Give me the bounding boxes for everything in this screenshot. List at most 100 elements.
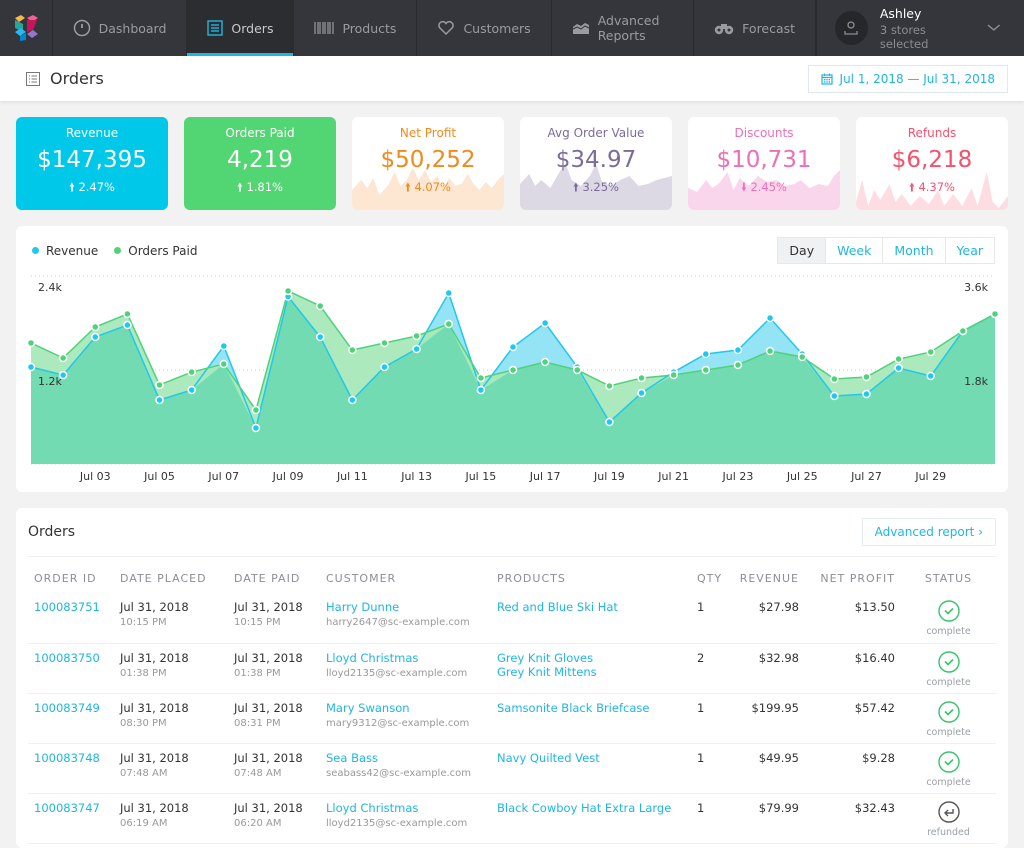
product-link[interactable]: Red and Blue Ski Hat bbox=[497, 600, 685, 614]
revenue-point bbox=[862, 389, 871, 399]
kpi-change-value: 3.25% bbox=[582, 180, 619, 194]
order-id-link[interactable]: 100083747 bbox=[34, 801, 100, 815]
revenue-point bbox=[830, 391, 839, 401]
revenue-point bbox=[733, 345, 743, 355]
nav-orders[interactable]: Orders bbox=[187, 0, 295, 56]
range-year-button[interactable]: Year bbox=[944, 238, 994, 263]
status-label: complete bbox=[926, 676, 971, 688]
customer-link[interactable]: Harry Dunne bbox=[326, 600, 485, 614]
x-axis-tick-label: Jul 29 bbox=[914, 470, 946, 483]
kpi-change-value: 2.47% bbox=[78, 180, 115, 194]
order-id-link[interactable]: 100083748 bbox=[34, 751, 100, 765]
order-id-link[interactable]: 100083750 bbox=[34, 651, 100, 665]
orders-paid-point bbox=[958, 326, 968, 336]
nav-dashboard-label: Dashboard bbox=[98, 20, 167, 36]
net-profit: $32.43 bbox=[805, 793, 901, 844]
orders-paid-point bbox=[187, 367, 196, 377]
status-badge[interactable] bbox=[907, 800, 990, 826]
col-net-profit[interactable]: NET PROFIT bbox=[805, 557, 901, 593]
col-date-paid[interactable]: DATE PAID bbox=[228, 557, 320, 593]
col-products[interactable]: PRODUCTS bbox=[491, 557, 691, 593]
table-row[interactable]: 100083749 Jul 31, 2018 08:30 PM Jul 31, 2… bbox=[28, 693, 996, 744]
orders-paid-point bbox=[669, 370, 678, 380]
nav-products[interactable]: Products bbox=[294, 0, 418, 56]
orders-paid-point bbox=[155, 380, 164, 390]
page-title: Orders bbox=[50, 69, 104, 88]
revenue-point bbox=[508, 342, 518, 352]
orders-paid-point bbox=[283, 286, 293, 296]
user-menu[interactable]: Ashley 3 stores selected bbox=[816, 0, 1024, 56]
customer-link[interactable]: Lloyd Christmas bbox=[326, 801, 485, 815]
col-date-placed[interactable]: DATE PLACED bbox=[114, 557, 228, 593]
user-stores: 3 stores selected bbox=[879, 22, 929, 51]
col-status[interactable]: STATUS bbox=[901, 557, 996, 593]
range-day-button[interactable]: Day bbox=[778, 238, 826, 263]
area-chart-icon bbox=[572, 23, 589, 34]
status-badge[interactable] bbox=[907, 600, 990, 625]
table-row[interactable]: 100083751 Jul 31, 2018 10:15 PM Jul 31, 2… bbox=[28, 593, 996, 644]
app-logo[interactable] bbox=[0, 0, 53, 56]
kpi-value: $6,218 bbox=[891, 147, 973, 173]
col-order-id[interactable]: ORDER ID bbox=[28, 557, 114, 593]
product-link[interactable]: Navy Quilted Vest bbox=[497, 751, 685, 765]
net-profit: $9.28 bbox=[805, 743, 901, 794]
revenue: $49.95 bbox=[731, 743, 805, 794]
customer-link[interactable]: Mary Swanson bbox=[326, 701, 485, 715]
date-placed: Jul 31, 2018 bbox=[120, 750, 189, 765]
date-range-picker[interactable]: Jul 1, 2018 — Jul 31, 2018 bbox=[807, 64, 1008, 93]
arrow-down-icon: 🠛 bbox=[741, 180, 747, 194]
nav-dashboard[interactable]: Dashboard bbox=[53, 0, 188, 56]
nav-advanced-reports[interactable]: Advanced Reports bbox=[552, 0, 695, 56]
product-link[interactable]: Grey Knit Mittens bbox=[497, 665, 685, 679]
status-cell: complete bbox=[901, 743, 996, 794]
table-row[interactable]: 100083750 Jul 31, 2018 01:38 PM Jul 31, 2… bbox=[28, 643, 996, 694]
revenue-point bbox=[926, 371, 935, 381]
legend-item-orders-paid[interactable]: Orders Paid bbox=[114, 244, 197, 258]
x-axis-tick-label: Jul 05 bbox=[143, 470, 175, 483]
product-link[interactable]: Black Cowboy Hat Extra Large bbox=[497, 801, 685, 815]
user-info: Ashley 3 stores selected bbox=[880, 6, 975, 51]
orders-paid-point bbox=[990, 309, 1000, 319]
col-revenue[interactable]: REVENUE bbox=[731, 557, 805, 593]
product-link[interactable]: Samsonite Black Briefcase bbox=[497, 701, 685, 715]
kpi-refunds[interactable]: Refunds $6,218 🠙 4.37% bbox=[856, 117, 1008, 210]
product-link[interactable]: Grey Knit Gloves bbox=[497, 651, 685, 665]
kpi-label: Refunds bbox=[907, 126, 957, 140]
chevron-down-icon[interactable] bbox=[987, 24, 1000, 32]
customer-link[interactable]: Lloyd Christmas bbox=[326, 651, 485, 665]
order-id-link[interactable]: 100083751 bbox=[34, 600, 100, 614]
range-month-button[interactable]: Month bbox=[882, 238, 944, 263]
qty: 2 bbox=[691, 643, 731, 694]
col-customer[interactable]: CUSTOMER bbox=[320, 557, 491, 593]
arrow-up-icon: 🠙 bbox=[573, 180, 579, 194]
status-badge[interactable] bbox=[907, 700, 990, 726]
kpi-revenue[interactable]: Revenue $147,395 🠙 2.47% bbox=[16, 117, 168, 210]
customer-email: lloyd2135@sc-example.com bbox=[326, 817, 468, 829]
status-badge[interactable] bbox=[907, 750, 990, 776]
orders-paid-point bbox=[733, 360, 743, 370]
customer-link[interactable]: Sea Bass bbox=[326, 751, 485, 765]
table-row[interactable]: 100083748 Jul 31, 2018 07:48 AM Jul 31, 2… bbox=[28, 743, 996, 794]
kpi-change: 🠙 2.47% bbox=[16, 180, 168, 199]
range-week-button[interactable]: Week bbox=[825, 238, 882, 263]
kpi-discounts[interactable]: Discounts $10,731 🠛 2.45% bbox=[688, 117, 840, 210]
kpi-avg-order-value[interactable]: Avg Order Value $34.97 🠙 3.25% bbox=[520, 117, 672, 210]
orders-title: Orders bbox=[28, 524, 76, 540]
advanced-report-button[interactable]: Advanced report › bbox=[861, 518, 996, 546]
orders-paid-point bbox=[58, 353, 68, 363]
nav-customers[interactable]: Customers bbox=[417, 0, 552, 56]
nav-advanced-reports-label: Advanced Reports bbox=[597, 13, 660, 43]
kpi-orders-paid[interactable]: Orders Paid 4,219 🠙 1.81% bbox=[184, 117, 336, 210]
nav-forecast[interactable]: Forecast bbox=[694, 0, 817, 56]
table-row[interactable]: 100083747 Jul 31, 2018 06:19 AM Jul 31, 2… bbox=[28, 793, 996, 844]
status-label: complete bbox=[926, 626, 971, 637]
order-id-link[interactable]: 100083749 bbox=[34, 701, 100, 715]
orders-paid-point bbox=[701, 365, 711, 375]
customer-email: mary9312@sc-example.com bbox=[326, 717, 470, 729]
left-axis-tick-label: 1.2k bbox=[38, 375, 62, 388]
status-badge[interactable] bbox=[907, 650, 990, 676]
legend-item-revenue[interactable]: Revenue bbox=[32, 244, 98, 258]
revenue-orders-chart: 2.4k 1.2k 3.6k 1.8k Jul 03 Jul 05 Jul 07 Jul 09… bbox=[26, 275, 1000, 483]
col-qty[interactable]: QTY bbox=[691, 557, 731, 593]
kpi-net-profit[interactable]: Net Profit $50,252 🠙 4.07% bbox=[352, 117, 504, 210]
